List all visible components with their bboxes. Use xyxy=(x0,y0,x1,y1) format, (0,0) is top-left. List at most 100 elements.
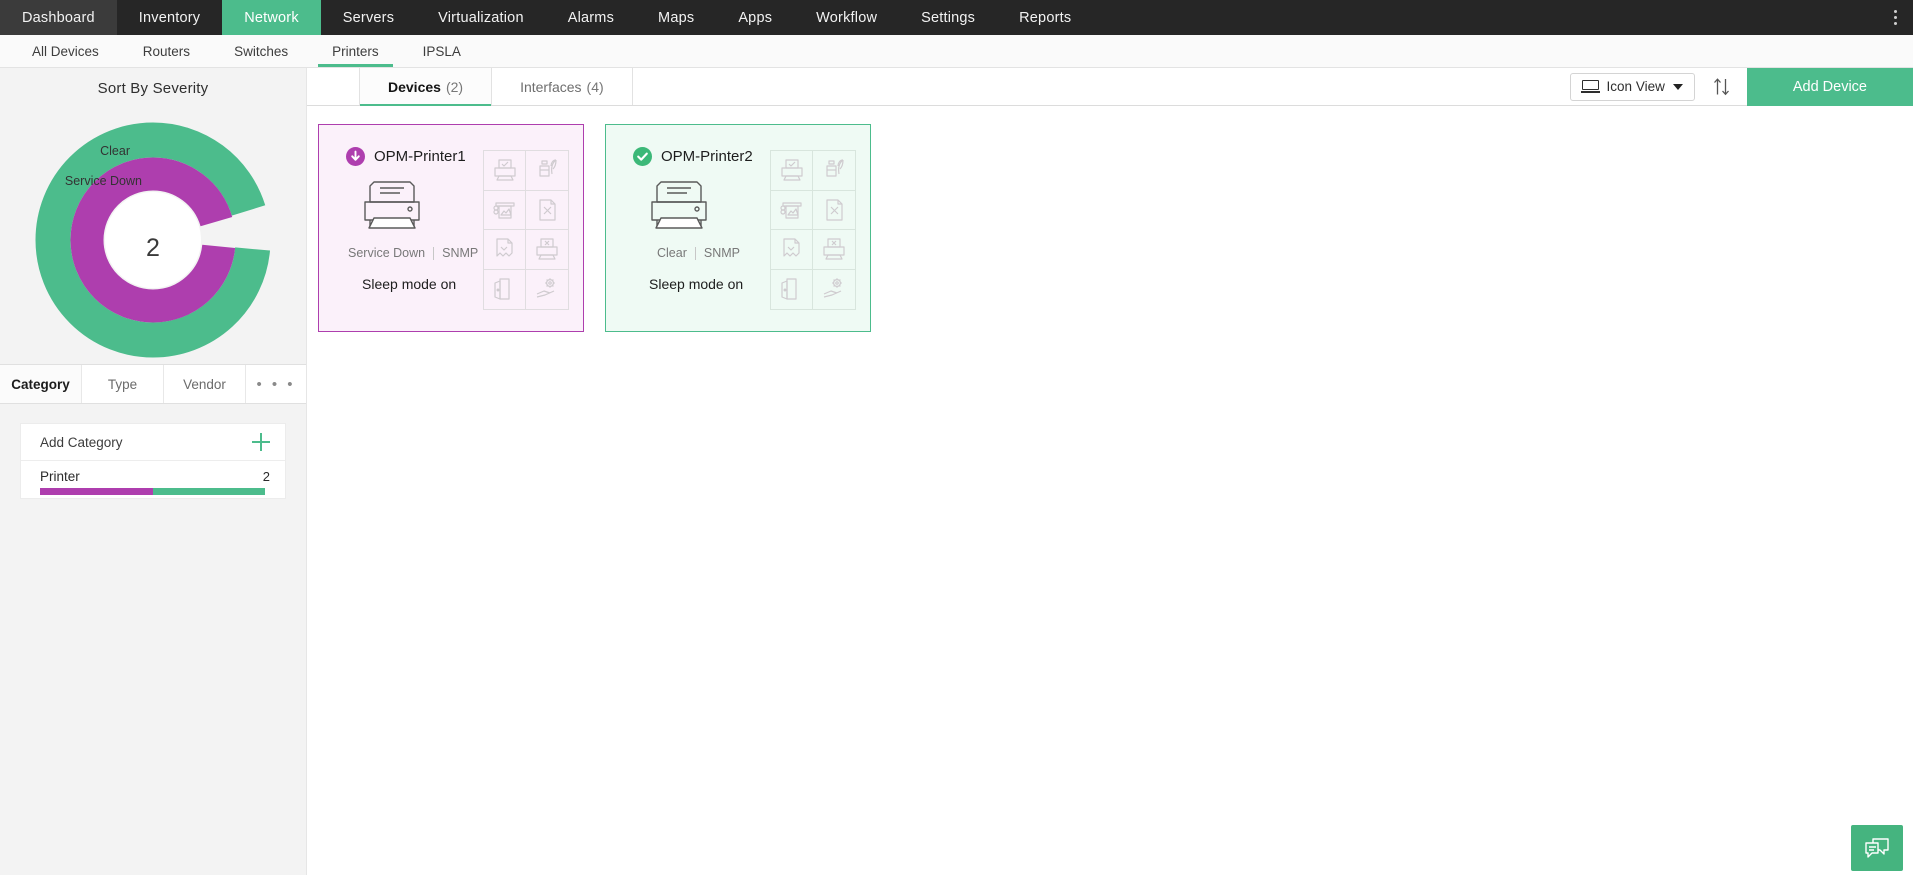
nav-label: Maps xyxy=(658,10,694,26)
bar-segment-service-down xyxy=(40,488,153,495)
tab-count: (4) xyxy=(587,79,604,95)
subnav-item-all-devices[interactable]: All Devices xyxy=(10,35,121,67)
add-category-label: Add Category xyxy=(40,435,123,450)
device-card-opm-printer2[interactable]: OPM-Printer2 xyxy=(605,124,871,332)
tab-label: Category xyxy=(11,377,70,392)
nav-label: Alarms xyxy=(568,10,614,26)
nav-item-maps[interactable]: Maps xyxy=(636,0,716,35)
plus-icon[interactable] xyxy=(252,433,270,451)
nav-label: Dashboard xyxy=(22,10,95,26)
service-hand-gear-icon[interactable] xyxy=(813,270,855,310)
add-device-button[interactable]: Add Device xyxy=(1747,68,1913,106)
device-name: OPM-Printer2 xyxy=(661,148,753,165)
donut-label-clear: Clear xyxy=(100,144,130,158)
status-divider xyxy=(695,247,696,260)
category-panel: Add Category Printer 2 xyxy=(0,404,306,875)
monitor-icon xyxy=(1582,80,1599,93)
toolbar-gap xyxy=(633,68,1570,105)
tab-label: Type xyxy=(108,377,137,392)
nav-item-servers[interactable]: Servers xyxy=(321,0,416,35)
subnav-item-routers[interactable]: Routers xyxy=(121,35,212,67)
main-toolbar: Devices (2) Interfaces (4) Icon View xyxy=(307,68,1913,106)
nav-label: Servers xyxy=(343,10,394,26)
paper-roll-image-icon[interactable] xyxy=(484,191,526,231)
nav-item-dashboard[interactable]: Dashboard xyxy=(0,0,117,35)
nav-item-workflow[interactable]: Workflow xyxy=(794,0,899,35)
nav-label: Virtualization xyxy=(438,10,524,26)
sleep-mode-text: Sleep mode on xyxy=(649,276,770,292)
sub-navigation-bar: All Devices Routers Switches Printers IP… xyxy=(0,35,1913,68)
paper-jam-icon[interactable] xyxy=(771,230,813,270)
toolbar-actions: Icon View Add Device xyxy=(1570,68,1913,105)
ink-bottle-feather-icon[interactable] xyxy=(526,151,568,191)
card-status-row: Service Down SNMP xyxy=(348,246,483,260)
nav-label: Inventory xyxy=(139,10,200,26)
nav-label: Network xyxy=(244,10,299,26)
printer-x-icon[interactable] xyxy=(526,230,568,270)
donut-center-value: 2 xyxy=(0,234,306,263)
protocol-label: SNMP xyxy=(442,246,478,260)
subnav-item-printers[interactable]: Printers xyxy=(310,35,401,67)
door-open-icon[interactable] xyxy=(771,270,813,310)
printer-icon xyxy=(647,178,770,235)
category-name: Printer xyxy=(40,469,80,484)
chevron-down-icon xyxy=(1673,84,1683,90)
top-navigation-bar: Dashboard Inventory Network Servers Virt… xyxy=(0,0,1913,35)
nav-item-alarms[interactable]: Alarms xyxy=(546,0,636,35)
printer-check-icon[interactable] xyxy=(771,151,813,191)
device-card-opm-printer1[interactable]: OPM-Printer1 xyxy=(318,124,584,332)
status-badge: Clear xyxy=(657,246,687,260)
card-left-column: OPM-Printer2 xyxy=(633,147,770,331)
tab-vendor[interactable]: Vendor xyxy=(164,365,246,403)
category-severity-bar xyxy=(40,488,265,495)
tab-interfaces[interactable]: Interfaces (4) xyxy=(492,68,633,105)
nav-item-inventory[interactable]: Inventory xyxy=(117,0,222,35)
subnav-label: IPSLA xyxy=(423,44,461,59)
view-mode-dropdown[interactable]: Icon View xyxy=(1570,73,1695,101)
nav-item-network[interactable]: Network xyxy=(222,0,321,35)
sidebar: Sort By Severity 2 Clear Service Down Ca… xyxy=(0,68,306,875)
check-circle-icon xyxy=(633,147,652,166)
nav-item-reports[interactable]: Reports xyxy=(997,0,1093,35)
service-hand-gear-icon[interactable] xyxy=(526,270,568,310)
category-card: Add Category Printer 2 xyxy=(20,423,286,499)
category-count: 2 xyxy=(263,469,270,484)
subnav-label: Routers xyxy=(143,44,190,59)
door-open-icon[interactable] xyxy=(484,270,526,310)
subnav-item-ipsla[interactable]: IPSLA xyxy=(401,35,483,67)
status-divider xyxy=(433,247,434,260)
tab-devices[interactable]: Devices (2) xyxy=(360,68,492,105)
down-arrow-circle-icon xyxy=(346,147,365,166)
paper-jam-icon[interactable] xyxy=(484,230,526,270)
tab-more-overflow[interactable]: • • • xyxy=(246,365,306,403)
nav-item-apps[interactable]: Apps xyxy=(716,0,794,35)
nav-item-virtualization[interactable]: Virtualization xyxy=(416,0,546,35)
page-x-icon[interactable] xyxy=(813,191,855,231)
sort-arrows-icon[interactable] xyxy=(1707,77,1737,96)
tab-label: Interfaces xyxy=(520,79,581,95)
add-category-row[interactable]: Add Category xyxy=(21,424,285,461)
card-status-row: Clear SNMP xyxy=(657,246,770,260)
sidebar-tabs: Category Type Vendor • • • xyxy=(0,365,306,404)
severity-donut-chart: 2 Clear Service Down xyxy=(0,97,306,347)
add-device-label: Add Device xyxy=(1793,79,1867,95)
tab-type[interactable]: Type xyxy=(82,365,164,403)
tab-count: (2) xyxy=(446,79,463,95)
list-item[interactable]: Printer 2 xyxy=(21,461,285,498)
nav-item-settings[interactable]: Settings xyxy=(899,0,997,35)
paper-roll-image-icon[interactable] xyxy=(771,191,813,231)
tab-label: • • • xyxy=(256,376,295,393)
subnav-label: All Devices xyxy=(32,44,99,59)
page-x-icon[interactable] xyxy=(526,191,568,231)
printer-x-icon[interactable] xyxy=(813,230,855,270)
nav-spacer xyxy=(1093,0,1877,35)
ink-bottle-feather-icon[interactable] xyxy=(813,151,855,191)
main-content: Devices (2) Interfaces (4) Icon View xyxy=(306,68,1913,875)
tab-category[interactable]: Category xyxy=(0,365,82,403)
bar-segment-clear xyxy=(153,488,266,495)
printer-check-icon[interactable] xyxy=(484,151,526,191)
severity-panel: Sort By Severity 2 Clear Service Down xyxy=(0,68,306,365)
chat-support-button[interactable] xyxy=(1851,825,1903,871)
kebab-menu-icon[interactable] xyxy=(1877,0,1913,35)
subnav-item-switches[interactable]: Switches xyxy=(212,35,310,67)
